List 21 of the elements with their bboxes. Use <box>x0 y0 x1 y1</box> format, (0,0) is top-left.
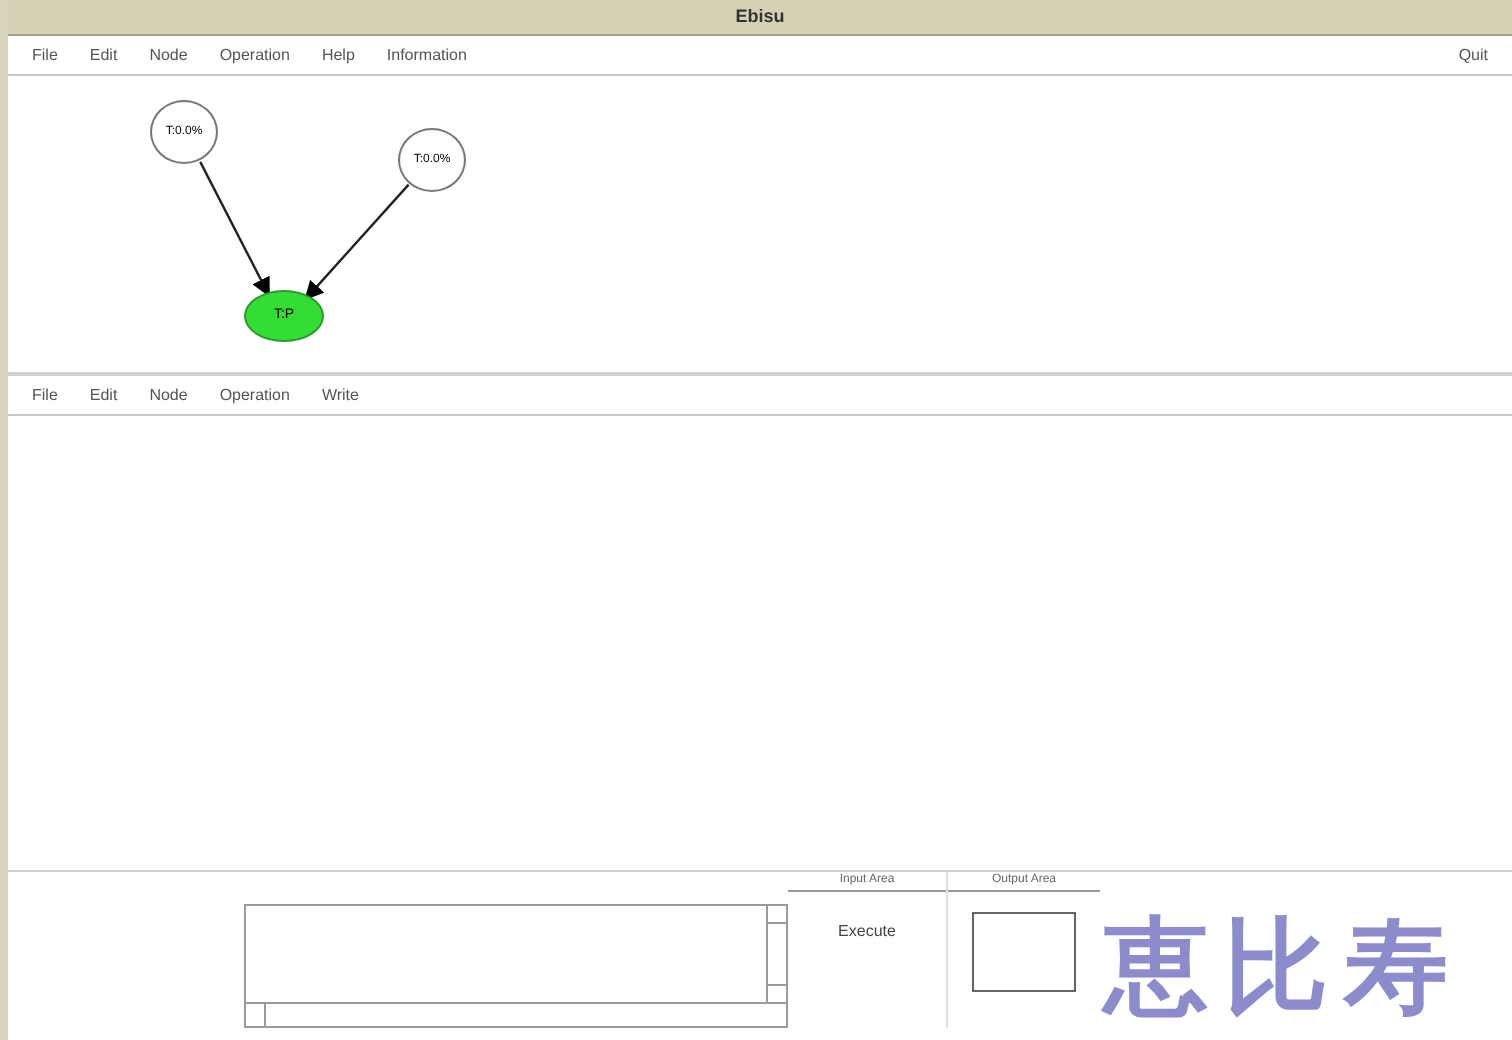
menu-item[interactable]: Operation <box>219 43 290 67</box>
menu-item[interactable]: Information <box>386 43 467 67</box>
menu-item[interactable]: Node <box>149 43 188 67</box>
menu-item[interactable]: File <box>32 43 58 67</box>
menu-item[interactable]: Operation <box>219 383 290 407</box>
menu-item[interactable]: Write <box>321 383 359 407</box>
text-area[interactable] <box>244 904 788 1028</box>
output-box <box>972 912 1076 992</box>
logo: 恵比寿 <box>1104 916 1464 1020</box>
menu-item[interactable]: Quit <box>1458 43 1488 67</box>
menu-item[interactable]: Edit <box>89 43 118 67</box>
edge-arrow <box>199 161 270 298</box>
execute-button[interactable]: Execute <box>830 920 904 944</box>
window-title: Ebisu <box>735 3 785 30</box>
edge-arrow <box>304 183 410 301</box>
menu-item[interactable]: Edit <box>89 383 118 407</box>
scrollbar[interactable] <box>766 906 786 1002</box>
menu-item[interactable]: File <box>32 383 58 407</box>
scrollbar[interactable] <box>246 1002 786 1026</box>
menu-item[interactable]: Node <box>149 383 188 407</box>
menu-item[interactable]: Help <box>321 43 355 67</box>
